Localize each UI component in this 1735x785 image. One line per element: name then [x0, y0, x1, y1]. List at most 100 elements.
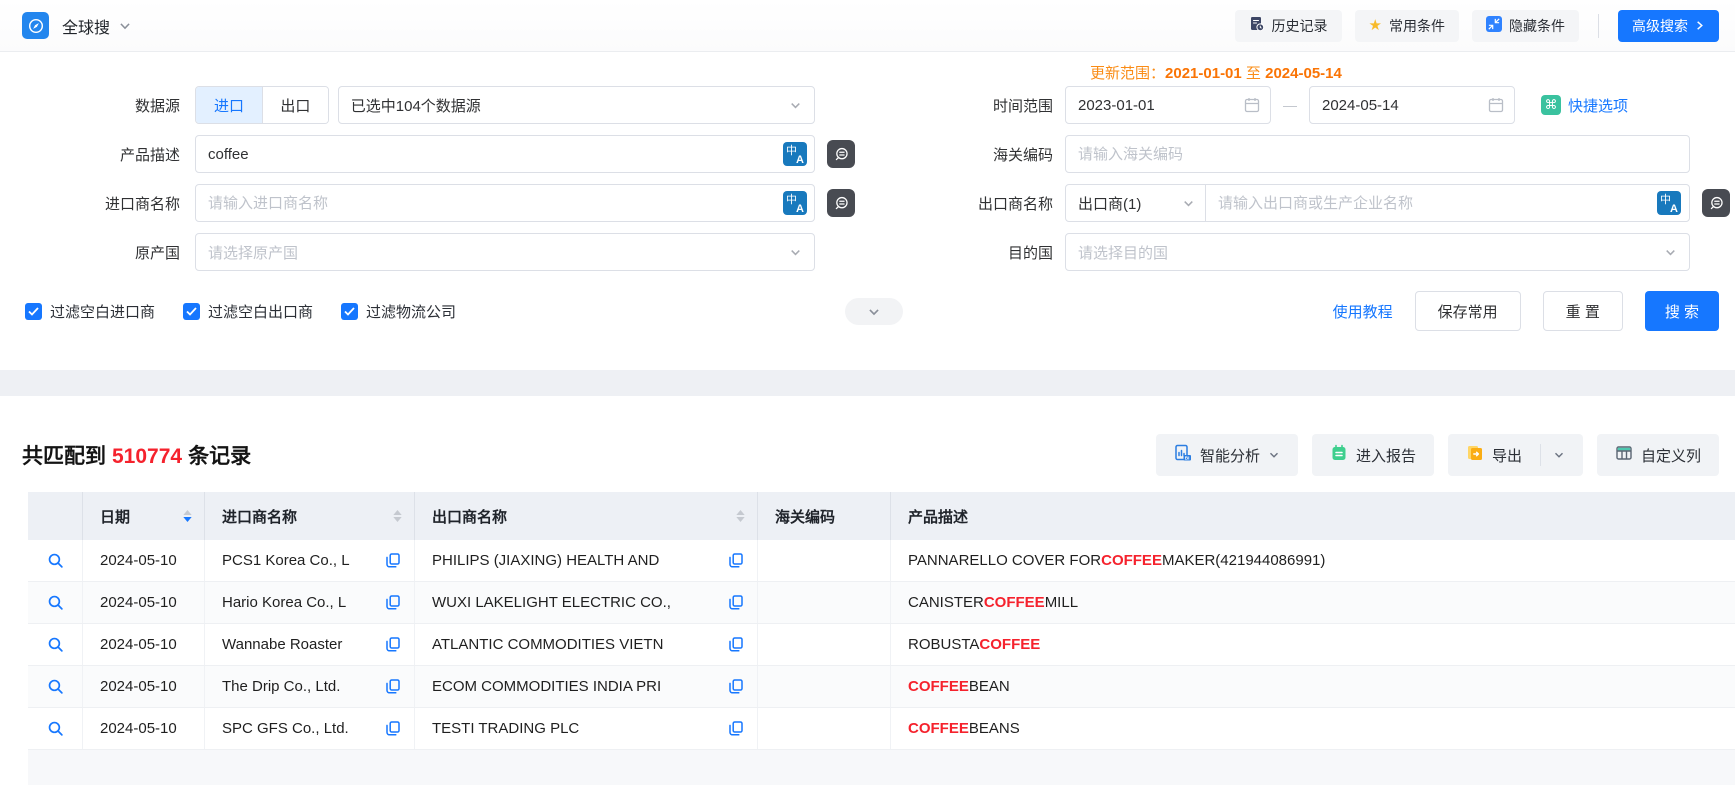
- collapse-form-button[interactable]: [845, 298, 903, 325]
- data-source-select[interactable]: 已选中104个数据源: [338, 86, 815, 124]
- enter-report-button[interactable]: 进入报告: [1312, 434, 1434, 476]
- column-label: 日期: [100, 506, 130, 527]
- product-desc-input[interactable]: [195, 135, 815, 173]
- copy-icon[interactable]: [380, 553, 414, 568]
- view-detail-icon[interactable]: [47, 594, 64, 611]
- view-detail-icon[interactable]: [47, 720, 64, 737]
- column-header[interactable]: 出口商名称: [415, 492, 758, 540]
- search-button[interactable]: 搜 索: [1645, 291, 1719, 331]
- copy-icon[interactable]: [723, 721, 757, 736]
- importer-cell: Wannabe Roaster: [205, 624, 415, 665]
- quick-options-label: 快捷选项: [1568, 95, 1628, 116]
- filter-logistics-checkbox[interactable]: 过滤物流公司: [341, 301, 456, 322]
- keyword-highlight: COFFEE: [908, 678, 969, 695]
- view-detail-icon[interactable]: [47, 552, 64, 569]
- export-split-button[interactable]: 导出: [1448, 434, 1583, 476]
- filter-blank-importer-checkbox[interactable]: 过滤空白进口商: [25, 301, 155, 322]
- column-header[interactable]: 进口商名称: [205, 492, 415, 540]
- translate-icon[interactable]: 中A: [1657, 191, 1681, 215]
- sort-toggle-icon[interactable]: [736, 510, 745, 522]
- column-header[interactable]: 日期: [83, 492, 205, 540]
- hide-conditions-label: 隐藏条件: [1509, 16, 1565, 36]
- importer-name: PCS1 Korea Co., L: [222, 552, 380, 569]
- date-start-value: 2023-01-01: [1078, 97, 1244, 114]
- smart-analysis-label: 智能分析: [1200, 445, 1260, 466]
- exporter-cell: WUXI LAKELIGHT ELECTRIC CO.,: [415, 582, 758, 623]
- copy-icon[interactable]: [723, 679, 757, 694]
- copy-icon[interactable]: [723, 595, 757, 610]
- date-start-input[interactable]: 2023-01-01: [1065, 86, 1271, 124]
- advanced-search-label: 高级搜索: [1632, 16, 1688, 36]
- column-header-search: [28, 492, 83, 540]
- bi-analysis-icon: BI: [1174, 444, 1192, 466]
- product-desc-cell: COFFEE BEANS: [891, 708, 1735, 749]
- translate-icon[interactable]: 中A: [783, 191, 807, 215]
- update-range: 更新范围：2021-01-01 至 2024-05-14: [1090, 62, 1342, 83]
- product-desc-cell: ROBUSTA COFFEE: [891, 624, 1735, 665]
- view-detail-icon[interactable]: [47, 636, 64, 653]
- dest-country-select[interactable]: 请选择目的国: [1065, 233, 1690, 271]
- copy-icon[interactable]: [723, 637, 757, 652]
- collapse-icon: [1486, 16, 1502, 35]
- column-header: 产品描述: [891, 492, 1735, 540]
- hide-conditions-button[interactable]: 隐藏条件: [1472, 10, 1579, 42]
- dest-country-label: 目的国: [880, 242, 1065, 263]
- exclude-icon[interactable]: [1702, 189, 1730, 217]
- command-icon: ⌘: [1541, 95, 1561, 115]
- date-end-input[interactable]: 2024-05-14: [1309, 86, 1515, 124]
- importer-cell: Hario Korea Co., L: [205, 582, 415, 623]
- sort-toggle-icon[interactable]: [183, 510, 192, 522]
- translate-icon[interactable]: 中A: [783, 142, 807, 166]
- exporter-cell: ATLANTIC COMMODITIES VIETN: [415, 624, 758, 665]
- chevron-down-icon: [1553, 449, 1565, 461]
- advanced-search-button[interactable]: 高级搜索: [1618, 10, 1719, 42]
- exporter-type-value: 出口商(1): [1078, 193, 1182, 214]
- update-range-to: 至: [1246, 65, 1261, 82]
- copy-icon[interactable]: [723, 553, 757, 568]
- exporter-input[interactable]: [1206, 185, 1689, 221]
- importer-name: Hario Korea Co., L: [222, 594, 380, 611]
- history-button[interactable]: 历史记录: [1235, 10, 1342, 42]
- exclude-icon[interactable]: [827, 140, 855, 168]
- copy-icon[interactable]: [380, 637, 414, 652]
- hs-code-input[interactable]: [1065, 135, 1690, 173]
- results-summary: 共匹配到510774条记录: [22, 440, 251, 470]
- origin-country-select[interactable]: 请选择原产国: [195, 233, 815, 271]
- chevron-down-icon: [789, 246, 802, 259]
- save-favorite-button[interactable]: 保存常用: [1415, 291, 1521, 331]
- divider: [1540, 444, 1541, 466]
- summary-suffix: 条记录: [188, 445, 251, 468]
- tutorial-link[interactable]: 使用教程: [1333, 301, 1393, 322]
- export-tab[interactable]: 出口: [262, 87, 328, 123]
- keyword-highlight: COFFEE: [1101, 552, 1162, 569]
- copy-icon[interactable]: [380, 721, 414, 736]
- product-desc-cell: COFFEE BEAN: [891, 666, 1735, 707]
- filter-blank-exporter-checkbox[interactable]: 过滤空白出口商: [183, 301, 313, 322]
- app-logo-icon[interactable]: [22, 12, 49, 39]
- exporter-type-select[interactable]: 出口商(1): [1066, 185, 1206, 221]
- filter-label: 过滤空白进口商: [50, 301, 155, 322]
- view-detail-icon[interactable]: [47, 678, 64, 695]
- importer-input[interactable]: [195, 184, 815, 222]
- reset-button[interactable]: 重 置: [1543, 291, 1623, 331]
- import-tab[interactable]: 进口: [196, 87, 262, 123]
- origin-country-placeholder: 请选择原产国: [208, 242, 789, 263]
- hs-code-label: 海关编码: [880, 144, 1065, 165]
- favorites-button[interactable]: ★ 常用条件: [1355, 10, 1459, 42]
- copy-icon[interactable]: [380, 595, 414, 610]
- custom-columns-button[interactable]: 自定义列: [1597, 434, 1719, 476]
- time-range-label: 时间范围: [880, 95, 1065, 116]
- sort-toggle-icon[interactable]: [393, 510, 402, 522]
- exporter-name: ECOM COMMODITIES INDIA PRI: [432, 678, 723, 695]
- chevron-down-icon[interactable]: [118, 19, 132, 33]
- smart-analysis-button[interactable]: BI 智能分析: [1156, 434, 1298, 476]
- importer-cell: PCS1 Korea Co., L: [205, 540, 415, 581]
- results-section: 共匹配到510774条记录 BI 智能分析: [0, 396, 1735, 785]
- importer-name: Wannabe Roaster: [222, 636, 380, 653]
- chevron-right-icon: [1694, 18, 1705, 34]
- quick-options-link[interactable]: ⌘ 快捷选项: [1541, 95, 1628, 116]
- copy-icon[interactable]: [380, 679, 414, 694]
- product-desc-cell: CANISTER COFFEE MILL: [891, 582, 1735, 623]
- exclude-icon[interactable]: [827, 189, 855, 217]
- checkbox-checked-icon: [183, 303, 200, 320]
